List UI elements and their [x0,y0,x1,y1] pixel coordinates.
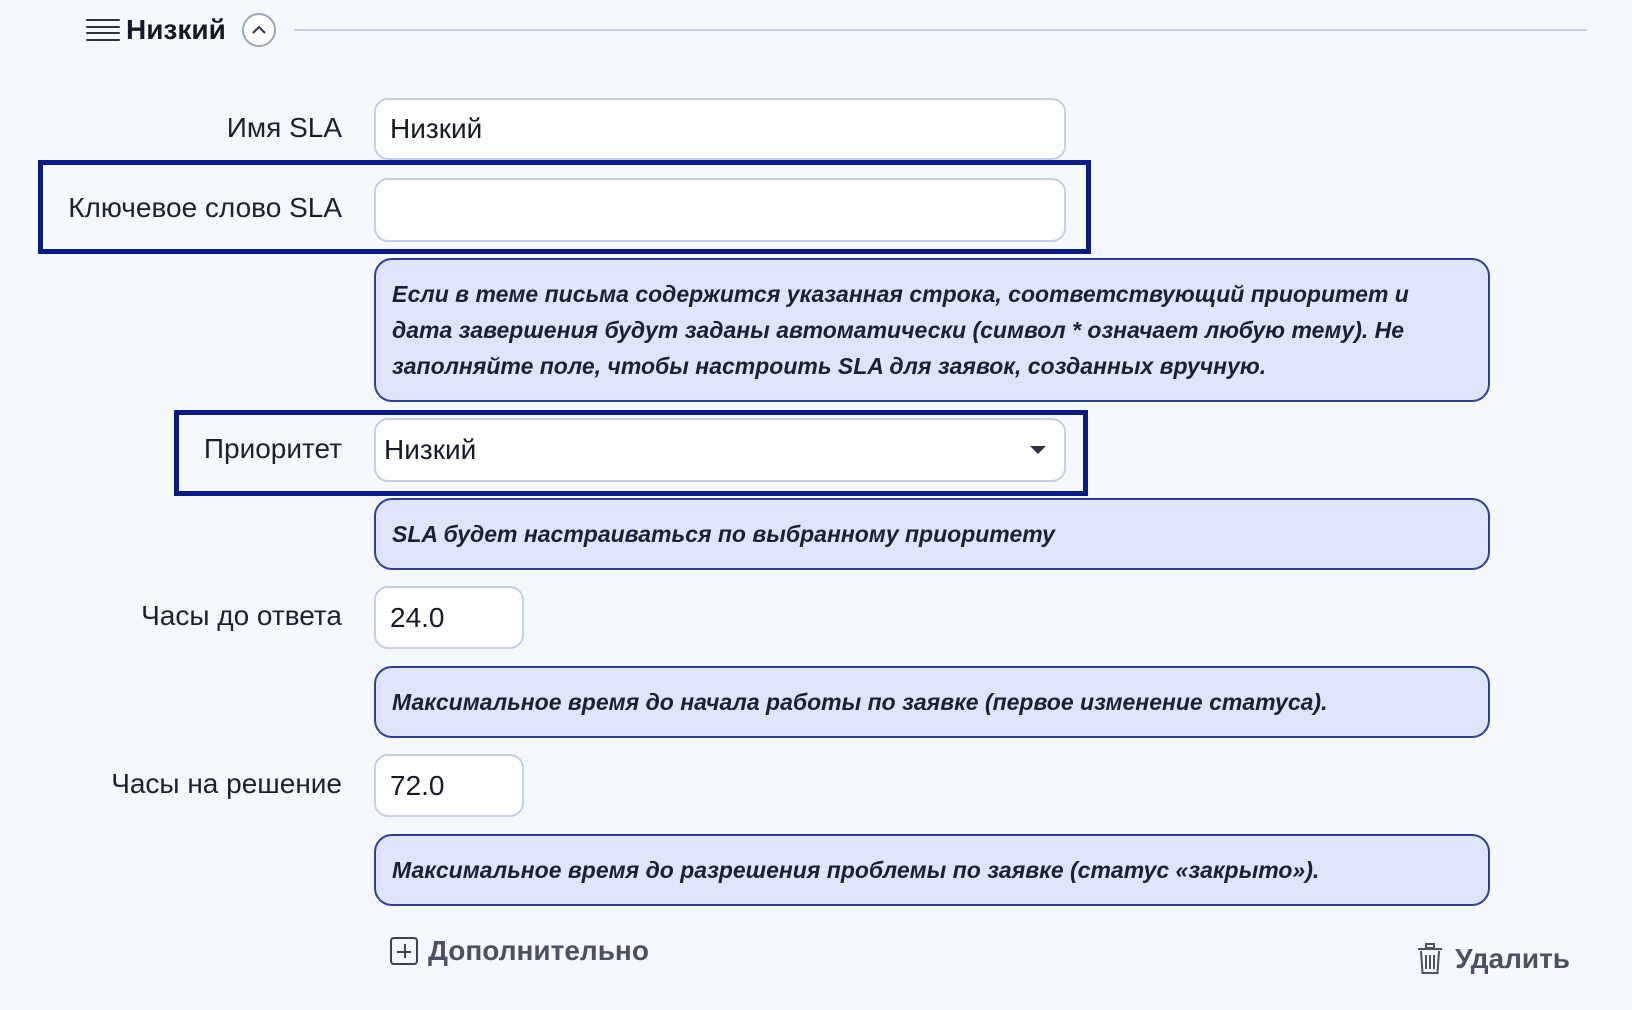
keyword-hint: Если в теме письма содержится указанная … [374,258,1490,402]
section-title: Низкий [126,14,226,45]
delete-button[interactable]: Удалить [1415,942,1570,976]
priority-select[interactable]: Низкий [374,418,1066,482]
resolve-hours-label: Часы на решение [111,768,342,799]
drag-handle-icon[interactable] [86,16,120,44]
more-button[interactable]: Дополнительно [390,935,649,967]
sla-name-input[interactable]: Низкий [374,98,1066,160]
delete-label: Удалить [1455,943,1570,974]
sla-name-value: Низкий [390,113,483,144]
more-label: Дополнительно [428,935,649,966]
sla-keyword-input[interactable] [374,178,1066,242]
response-hours-input[interactable]: 24.0 [374,586,524,649]
divider [293,29,1587,31]
collapse-button[interactable] [241,13,276,47]
resolve-hint: Максимальное время до разрешения проблем… [374,834,1490,906]
sla-keyword-label: Ключевое слово SLA [68,192,342,223]
priority-label: Приоритет [203,433,342,464]
chevron-up-icon [252,25,266,34]
resolve-hours-value: 72.0 [390,769,445,801]
resolve-hours-input[interactable]: 72.0 [374,754,524,817]
priority-hint: SLA будет настраиваться по выбранному пр… [374,498,1490,570]
response-hours-value: 24.0 [390,601,445,633]
plus-icon [390,937,418,965]
chevron-down-icon [1030,446,1046,454]
sla-name-label: Имя SLA [226,112,342,143]
priority-value: Низкий [384,434,477,465]
response-hours-label: Часы до ответа [141,600,342,631]
section-header: Низкий [86,10,1587,50]
response-hint: Максимальное время до начала работы по з… [374,666,1490,738]
trash-icon [1418,943,1443,974]
